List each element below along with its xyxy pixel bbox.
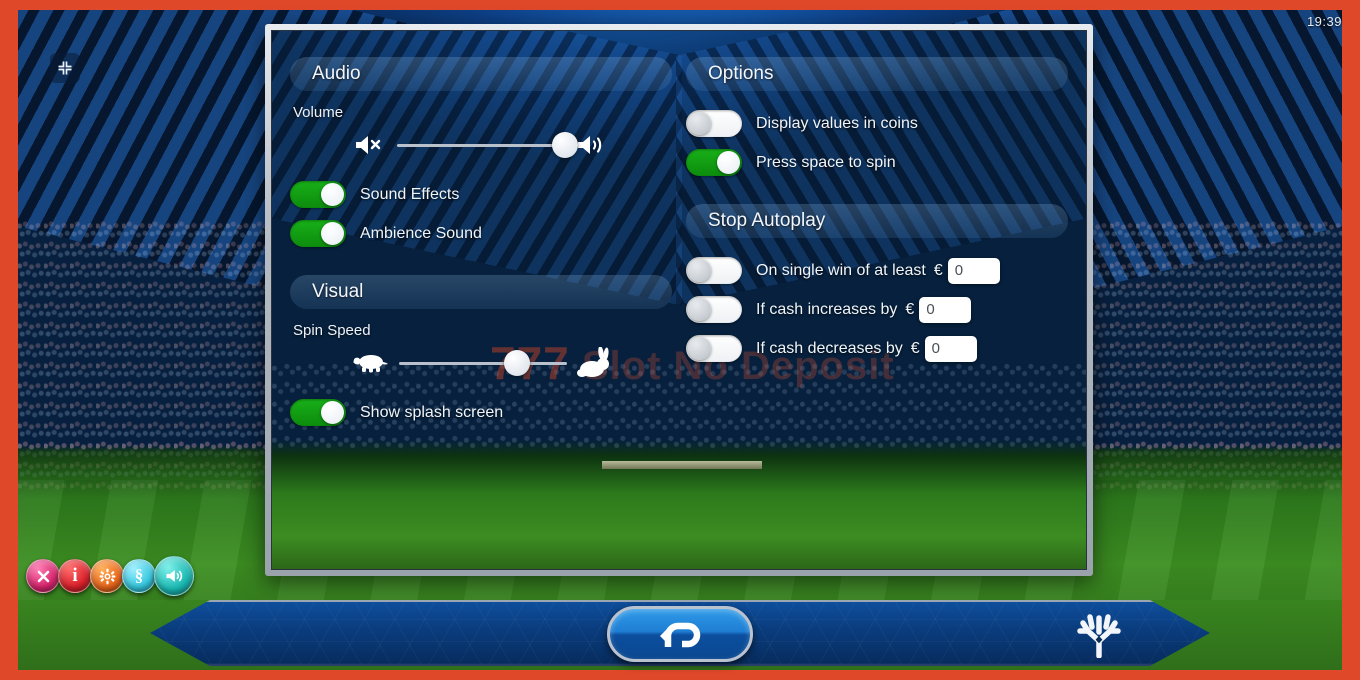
- autoplay-label-cash-decrease: If cash decreases by: [756, 339, 903, 357]
- speaker-icon: [166, 570, 183, 582]
- toggle-ambience-sound[interactable]: [290, 220, 346, 247]
- toggle-row-sound-effects[interactable]: Sound Effects: [290, 175, 672, 214]
- toggle-stop-if-cash-decreases[interactable]: [686, 335, 742, 362]
- input-stop-on-single-win[interactable]: [947, 257, 1000, 284]
- toggle-display-values-in-coins[interactable]: [686, 110, 742, 137]
- exit-fullscreen-button[interactable]: [50, 53, 80, 83]
- section-header-options: Options: [686, 57, 1068, 91]
- currency-symbol-cash-decrease: €: [910, 339, 920, 357]
- game-window: 19:39 777 Slot No Deposit Audio Volume S…: [0, 0, 1360, 680]
- yggdrasil-logo-button[interactable]: [1074, 610, 1124, 659]
- spin-speed-slider-track[interactable]: [399, 350, 567, 376]
- toggle-row-display-values-in-coins[interactable]: Display values in coins: [686, 104, 1068, 143]
- toggle-knob: [321, 222, 344, 245]
- toggle-knob: [688, 298, 711, 321]
- input-stop-if-cash-increases[interactable]: [919, 296, 972, 323]
- toggle-stop-if-cash-increases[interactable]: [686, 296, 742, 323]
- settings-column-left: Audio Volume Sound Effects Ambience Soun…: [290, 57, 672, 432]
- settings-content: Audio Volume Sound Effects Ambience Soun…: [272, 31, 1086, 432]
- currency-symbol-single-win: €: [933, 261, 943, 279]
- toggle-knob: [688, 112, 711, 135]
- settings-panel-inner: 777 Slot No Deposit Audio Volume Sound E…: [271, 30, 1087, 570]
- info-button[interactable]: i: [58, 559, 92, 593]
- paytable-button[interactable]: §: [122, 559, 156, 593]
- paragraph-icon: §: [134, 566, 144, 585]
- back-arrow-icon: [660, 622, 701, 648]
- close-button[interactable]: [26, 559, 60, 593]
- volume-slider-knob[interactable]: [552, 132, 578, 158]
- toggle-label-sound-effects: Sound Effects: [360, 185, 460, 203]
- toggle-knob: [717, 151, 740, 174]
- autoplay-row-single-win[interactable]: On single win of at least €: [686, 251, 1068, 290]
- gear-icon: [99, 568, 115, 584]
- toggle-label-show-splash-screen: Show splash screen: [360, 403, 504, 421]
- volume-slider-track[interactable]: [397, 132, 578, 158]
- spin-speed-slider-row[interactable]: [290, 343, 672, 383]
- toggle-knob: [688, 259, 711, 282]
- toggle-row-press-space-to-spin[interactable]: Press space to spin: [686, 143, 1068, 182]
- clock: 19:39: [1306, 14, 1342, 29]
- autoplay-row-cash-increase[interactable]: If cash increases by €: [686, 290, 1068, 329]
- spin-speed-label: Spin Speed: [293, 322, 371, 339]
- toggle-stop-on-single-win[interactable]: [686, 257, 742, 284]
- input-stop-if-cash-decreases[interactable]: [924, 335, 977, 362]
- yggdrasil-tree-logo-icon: [1077, 614, 1121, 659]
- toggle-sound-effects[interactable]: [290, 181, 346, 208]
- panel-advert-board: [602, 461, 762, 469]
- autoplay-label-single-win: On single win of at least: [756, 261, 926, 279]
- sound-button[interactable]: [154, 556, 194, 596]
- close-icon: [37, 570, 49, 582]
- toggle-press-space-to-spin[interactable]: [686, 149, 742, 176]
- quick-button-bar: i §: [26, 556, 194, 596]
- toggle-label-ambience-sound: Ambience Sound: [360, 224, 482, 242]
- toggle-knob: [321, 183, 344, 206]
- speaker-mute-icon[interactable]: [353, 132, 387, 158]
- settings-panel: 777 Slot No Deposit Audio Volume Sound E…: [265, 24, 1093, 576]
- info-icon: i: [72, 565, 78, 586]
- exit-fullscreen-icon: [58, 61, 72, 75]
- section-header-audio: Audio: [290, 57, 672, 91]
- bottom-bar: [18, 596, 1342, 670]
- toggle-row-ambience-sound[interactable]: Ambience Sound: [290, 214, 672, 253]
- settings-column-right: Options Display values in coins Press sp…: [686, 57, 1068, 432]
- section-header-stop-autoplay: Stop Autoplay: [686, 204, 1068, 238]
- toggle-show-splash-screen[interactable]: [290, 399, 346, 426]
- toggle-label-display-values-in-coins: Display values in coins: [756, 114, 918, 132]
- currency-symbol-cash-increase: €: [905, 300, 915, 318]
- section-header-visual: Visual: [290, 275, 672, 309]
- autoplay-row-cash-decrease[interactable]: If cash decreases by €: [686, 329, 1068, 368]
- spin-speed-slider-knob[interactable]: [503, 350, 530, 376]
- volume-label: Volume: [293, 104, 344, 121]
- settings-button[interactable]: [90, 559, 124, 593]
- toggle-knob: [688, 337, 711, 360]
- speaker-loud-icon[interactable]: [575, 132, 609, 158]
- rabbit-icon[interactable]: [577, 347, 611, 379]
- autoplay-label-cash-increase: If cash increases by: [756, 300, 898, 318]
- turtle-icon[interactable]: [351, 350, 389, 376]
- toggle-row-show-splash-screen[interactable]: Show splash screen: [290, 393, 672, 432]
- volume-slider-row[interactable]: [290, 125, 672, 165]
- toggle-label-press-space-to-spin: Press space to spin: [756, 153, 896, 171]
- toggle-knob: [321, 401, 344, 424]
- back-button[interactable]: [607, 606, 753, 662]
